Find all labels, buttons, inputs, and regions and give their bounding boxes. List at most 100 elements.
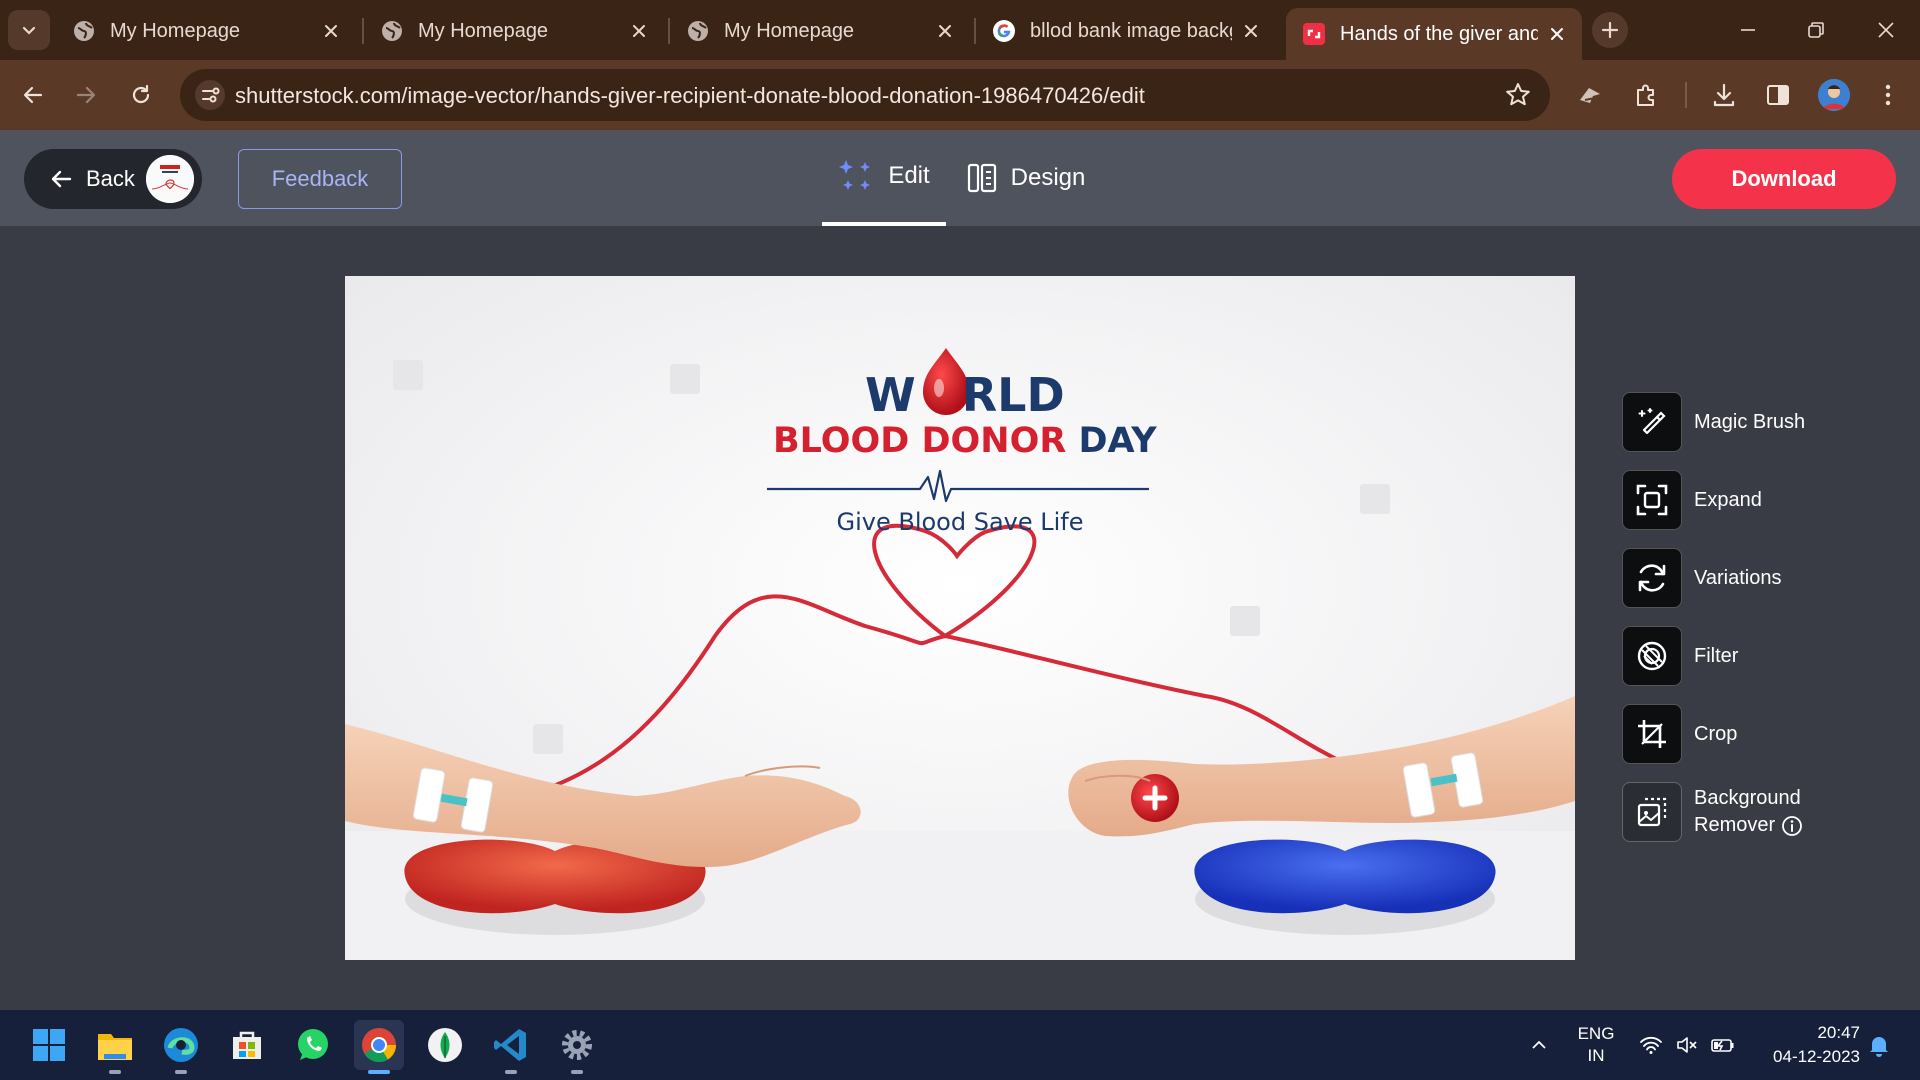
tool-label: Crop: [1694, 722, 1738, 745]
browser-tab[interactable]: bllod bank image backgr: [976, 8, 1276, 54]
editor-header: Back Feedback Edit Design Download: [0, 130, 1920, 226]
clock-date: 04-12-2023: [1773, 1047, 1860, 1066]
taskbar-chrome[interactable]: [354, 1020, 404, 1074]
design-layout-icon: [967, 163, 996, 193]
google-icon: [993, 20, 1015, 42]
close-icon[interactable]: [628, 20, 650, 42]
bell-icon: [1870, 1037, 1888, 1057]
side-panel-button[interactable]: [1762, 79, 1794, 111]
editor-workspace: W RLD BLOOD DONOR DAY Give Blood Save Lif…: [0, 226, 1920, 1010]
restore-icon: [1808, 22, 1824, 38]
arrow-left-icon: [23, 86, 43, 104]
tab-search-button[interactable]: [8, 10, 50, 50]
language-indicator[interactable]: ENG IN: [1570, 1010, 1622, 1080]
browser-tab-active[interactable]: Hands of the giver and th: [1286, 8, 1582, 60]
close-icon[interactable]: [1240, 20, 1262, 42]
back-label: Back: [86, 166, 135, 191]
chevron-down-icon: [22, 26, 36, 35]
tool-filter[interactable]: Filter: [1622, 626, 1882, 686]
taskbar-whatsapp[interactable]: [288, 1020, 338, 1070]
taskbar-edge[interactable]: [156, 1020, 206, 1074]
taskbar-vscode[interactable]: [486, 1020, 536, 1074]
poster-blood-donor: BLOOD DONOR: [773, 421, 1067, 461]
tool-label: Background Remover: [1694, 785, 1803, 839]
close-window-button[interactable]: [1870, 14, 1902, 46]
language-text: ENG: [1577, 1024, 1615, 1043]
globe-icon: [382, 21, 402, 41]
clock[interactable]: 20:47 04-12-2023: [1754, 1010, 1860, 1080]
back-button[interactable]: Back: [24, 149, 202, 209]
magic-brush-icon: [1622, 392, 1682, 452]
browser-tab[interactable]: My Homepage: [670, 8, 970, 54]
volume-muted-icon: [1677, 1037, 1697, 1053]
vscode-icon: [494, 1029, 526, 1061]
new-tab-button[interactable]: [1592, 12, 1628, 48]
wifi-status[interactable]: [1636, 1010, 1666, 1080]
image-thumbnail: [146, 155, 194, 203]
close-icon[interactable]: [1546, 23, 1568, 45]
minimize-button[interactable]: [1732, 14, 1764, 46]
crop-icon: [1622, 704, 1682, 764]
restore-button[interactable]: [1800, 14, 1832, 46]
battery-status[interactable]: [1708, 1010, 1738, 1080]
more-vertical-icon: [1885, 84, 1891, 106]
tool-background-remover[interactable]: Background Remover: [1622, 782, 1882, 842]
taskbar-file-explorer[interactable]: [90, 1020, 140, 1074]
back-nav-button[interactable]: [14, 76, 52, 114]
browser-tab[interactable]: My Homepage: [56, 8, 356, 54]
chrome-icon: [362, 1028, 397, 1063]
bookmark-star-icon[interactable]: [1504, 81, 1532, 109]
variations-icon: [1622, 548, 1682, 608]
wifi-icon: [1640, 1036, 1662, 1054]
notifications-button[interactable]: [1862, 1010, 1896, 1080]
taskbar-store[interactable]: [222, 1020, 272, 1070]
chrome-menu-button[interactable]: [1872, 79, 1904, 111]
running-indicator: [109, 1070, 121, 1074]
tool-expand[interactable]: Expand: [1622, 470, 1882, 530]
tool-label: Variations: [1694, 566, 1782, 589]
reload-button[interactable]: [122, 76, 160, 114]
tool-variations[interactable]: Variations: [1622, 548, 1882, 608]
show-hidden-icons-button[interactable]: [1522, 1010, 1556, 1080]
start-button[interactable]: [24, 1020, 74, 1070]
poster-subtitle: BLOOD DONOR DAY: [773, 421, 1157, 461]
close-icon[interactable]: [934, 20, 956, 42]
close-icon: [1878, 22, 1894, 38]
profile-avatar-icon: [1818, 79, 1850, 111]
profile-avatar[interactable]: [1818, 79, 1850, 111]
feedback-button[interactable]: Feedback: [238, 149, 402, 209]
poster-title-world: W RLD: [865, 368, 1065, 422]
info-icon[interactable]: [1781, 815, 1803, 837]
volume-status[interactable]: [1672, 1010, 1702, 1080]
site-info-icon[interactable]: [194, 79, 226, 111]
battery-charging-icon: [1711, 1039, 1734, 1052]
browser-tab[interactable]: My Homepage: [364, 8, 664, 54]
taskbar-mongodb-compass[interactable]: [420, 1020, 470, 1070]
extension-bird-icon: [1580, 88, 1600, 103]
address-bar[interactable]: shutterstock.com/image-vector/hands-give…: [180, 69, 1550, 121]
region-text: IN: [1587, 1046, 1605, 1065]
tab-design[interactable]: Design: [960, 130, 1092, 226]
close-icon[interactable]: [320, 20, 342, 42]
poster-tagline: Give Blood Save Life: [836, 508, 1084, 536]
sparkle-icon: [839, 160, 871, 190]
extension-button[interactable]: [1574, 79, 1606, 111]
image-canvas[interactable]: W RLD BLOOD DONOR DAY Give Blood Save Lif…: [345, 276, 1575, 960]
tool-label: Expand: [1694, 488, 1762, 511]
tab-title: My Homepage: [110, 19, 241, 42]
browser-toolbar: shutterstock.com/image-vector/hands-give…: [0, 60, 1920, 130]
taskbar-settings[interactable]: [552, 1020, 602, 1074]
extensions-button[interactable]: [1630, 79, 1662, 111]
tool-crop[interactable]: Crop: [1622, 704, 1882, 764]
download-button[interactable]: Download: [1672, 149, 1896, 209]
tab-edit[interactable]: Edit: [822, 130, 946, 226]
tool-magic-brush[interactable]: Magic Brush: [1622, 392, 1882, 452]
whatsapp-icon: [298, 1029, 328, 1060]
tool-label-line1: Background: [1694, 787, 1801, 809]
forward-nav-button[interactable]: [67, 76, 105, 114]
downloads-button[interactable]: [1708, 79, 1740, 111]
tab-title: Hands of the giver and th: [1340, 22, 1538, 45]
image-thumbnail-art: [146, 155, 194, 203]
minimize-icon: [1741, 29, 1755, 31]
running-indicator: [505, 1070, 517, 1074]
